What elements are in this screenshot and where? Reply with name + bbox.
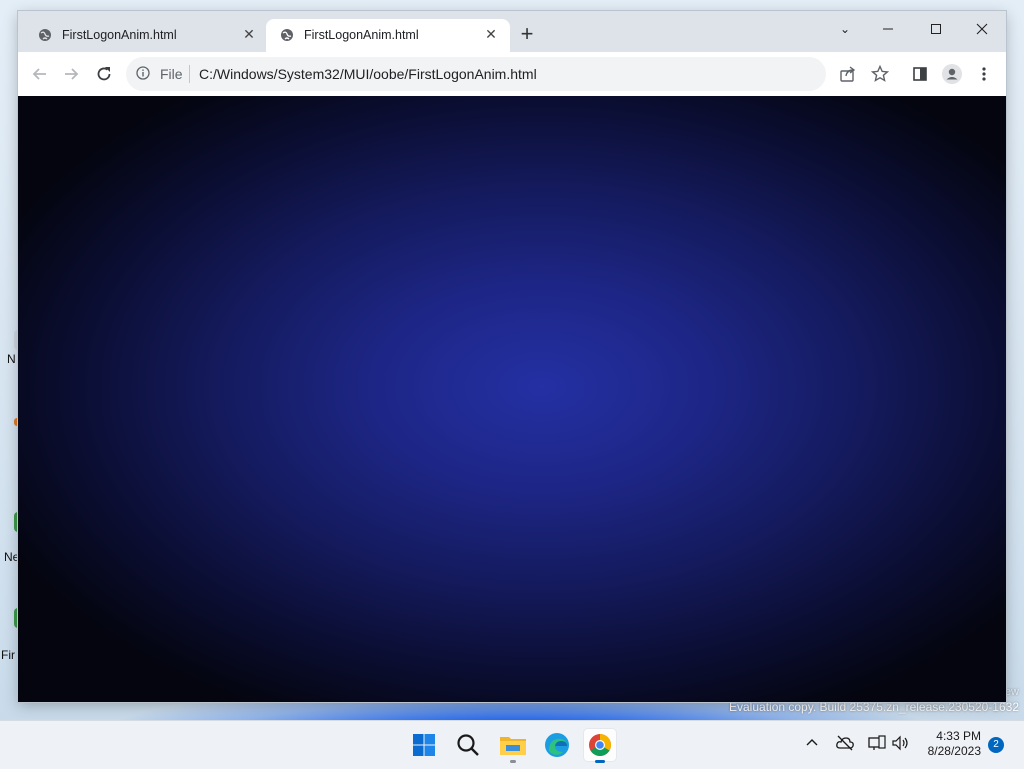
tab-firstlogonanim-1[interactable]: FirstLogonAnim.html ✕ — [24, 19, 268, 52]
minimize-icon[interactable] — [873, 16, 903, 42]
profile-icon[interactable] — [941, 63, 963, 85]
close-tab-icon[interactable]: ✕ — [482, 25, 500, 43]
evaluation-watermark: ew Evaluation copy. Build 25375.zn_relea… — [729, 686, 1019, 714]
close-tab-icon[interactable]: ✕ — [240, 25, 258, 43]
address-bar[interactable]: File C:/Windows/System32/MUI/oobe/FirstL… — [126, 57, 826, 91]
scheme-label: File — [160, 66, 183, 82]
chrome-button[interactable] — [584, 729, 616, 763]
volume-icon[interactable] — [891, 734, 911, 752]
url-text[interactable]: C:/Windows/System32/MUI/oobe/FirstLogonA… — [199, 66, 537, 82]
edge-button[interactable] — [541, 729, 573, 761]
globe-icon — [38, 28, 52, 42]
notification-badge[interactable]: 2 — [988, 737, 1004, 753]
chrome-icon — [589, 734, 611, 756]
search-icon — [457, 734, 479, 756]
start-button[interactable] — [408, 729, 440, 761]
search-button[interactable] — [452, 729, 484, 761]
clock-time: 4:33 PM — [936, 729, 981, 743]
system-clock[interactable]: 4:33 PM 8/28/2023 — [928, 729, 981, 759]
windows-logo-icon — [413, 734, 435, 756]
watermark-line1: ew — [1004, 686, 1019, 698]
show-hidden-icons-chevron-icon[interactable] — [804, 735, 820, 751]
tab-title: FirstLogonAnim.html — [62, 28, 177, 42]
maximize-icon[interactable] — [921, 16, 951, 42]
watermark-line2: Evaluation copy. Build 25375.zn_release.… — [729, 700, 1019, 714]
star-icon[interactable] — [869, 63, 891, 85]
network-icon[interactable] — [867, 734, 887, 752]
share-icon[interactable] — [837, 63, 859, 85]
tab-strip: FirstLogonAnim.html ✕ FirstLogonAnim.htm… — [18, 11, 1006, 52]
active-indicator — [595, 760, 605, 763]
page-content — [18, 96, 1006, 702]
reload-icon[interactable] — [93, 63, 115, 85]
onedrive-offline-icon[interactable] — [835, 734, 855, 752]
globe-icon — [280, 28, 294, 42]
file-explorer-button[interactable] — [497, 729, 529, 763]
side-panel-icon[interactable] — [909, 63, 931, 85]
kebab-menu-icon[interactable] — [973, 63, 995, 85]
taskbar: 4:33 PM 8/28/2023 2 — [0, 720, 1024, 769]
address-divider — [189, 65, 190, 83]
clock-date: 8/28/2023 — [927, 744, 981, 758]
close-window-icon[interactable] — [967, 16, 997, 42]
tab-search-chevron-icon[interactable]: ⌄ — [830, 16, 860, 42]
browser-window: FirstLogonAnim.html ✕ FirstLogonAnim.htm… — [18, 11, 1006, 702]
new-tab-icon[interactable]: + — [516, 23, 538, 46]
folder-icon — [500, 737, 526, 755]
desktop-icon-label: N — [7, 352, 16, 366]
browser-toolbar: File C:/Windows/System32/MUI/oobe/FirstL… — [18, 52, 1006, 97]
tab-firstlogonanim-2[interactable]: FirstLogonAnim.html ✕ — [266, 19, 510, 52]
back-arrow-icon[interactable] — [29, 63, 51, 85]
info-icon[interactable] — [136, 66, 150, 80]
edge-icon — [545, 733, 569, 757]
running-indicator — [510, 760, 516, 763]
forward-arrow-icon[interactable] — [60, 63, 82, 85]
tab-title: FirstLogonAnim.html — [304, 28, 419, 42]
desktop-icon-label: Fir — [1, 648, 15, 662]
